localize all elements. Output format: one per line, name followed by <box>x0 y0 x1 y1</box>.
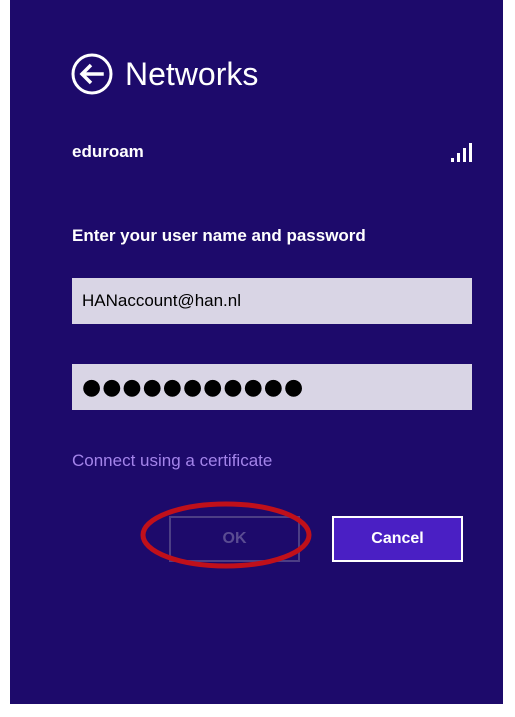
ok-button[interactable]: OK <box>169 516 300 562</box>
network-sign-in-panel: Networks eduroam Enter your user name an… <box>10 0 503 704</box>
header: Networks <box>70 52 258 96</box>
username-field[interactable] <box>72 278 472 324</box>
signal-bars-icon <box>451 143 472 162</box>
password-field[interactable] <box>72 364 472 410</box>
network-name: eduroam <box>72 142 144 161</box>
credentials-prompt: Enter your user name and password <box>72 226 366 245</box>
connect-with-certificate-link[interactable]: Connect using a certificate <box>72 451 272 471</box>
network-row: eduroam <box>72 140 474 164</box>
cancel-button[interactable]: Cancel <box>332 516 463 562</box>
page-title: Networks <box>125 56 259 92</box>
back-arrow-icon[interactable] <box>70 52 114 96</box>
